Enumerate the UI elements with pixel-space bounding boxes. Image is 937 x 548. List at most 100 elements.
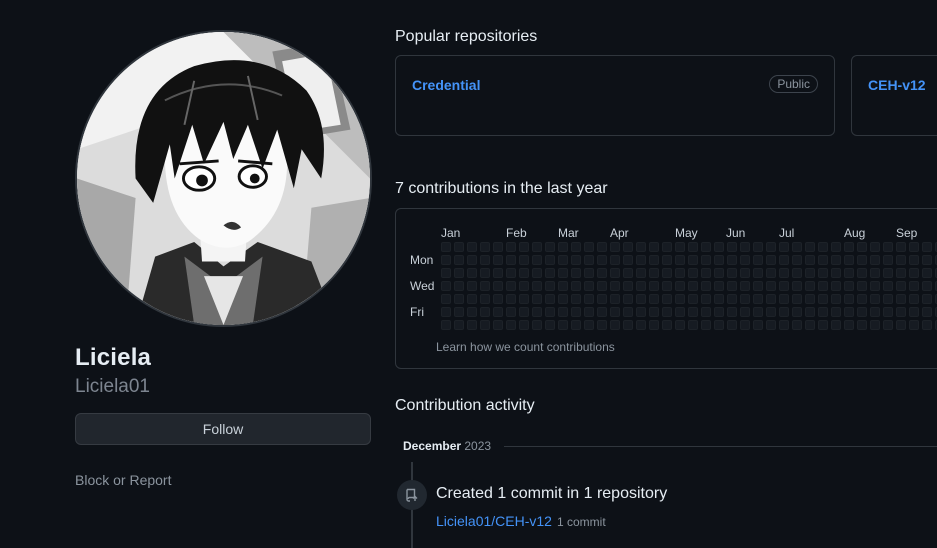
contribution-day-cell[interactable] bbox=[493, 294, 503, 304]
contribution-day-cell[interactable] bbox=[805, 242, 815, 252]
contribution-day-cell[interactable] bbox=[779, 320, 789, 330]
contribution-day-cell[interactable] bbox=[831, 294, 841, 304]
contribution-day-cell[interactable] bbox=[532, 268, 542, 278]
repo-link[interactable]: Credential bbox=[412, 77, 480, 93]
contribution-day-cell[interactable] bbox=[922, 320, 932, 330]
contribution-day-cell[interactable] bbox=[688, 281, 698, 291]
contribution-day-cell[interactable] bbox=[857, 268, 867, 278]
contribution-day-cell[interactable] bbox=[571, 268, 581, 278]
contribution-day-cell[interactable] bbox=[870, 242, 880, 252]
contribution-day-cell[interactable] bbox=[714, 294, 724, 304]
contribution-day-cell[interactable] bbox=[441, 294, 451, 304]
contribution-day-cell[interactable] bbox=[649, 294, 659, 304]
contribution-day-cell[interactable] bbox=[922, 268, 932, 278]
contribution-day-cell[interactable] bbox=[493, 307, 503, 317]
contribution-day-cell[interactable] bbox=[883, 320, 893, 330]
contribution-day-cell[interactable] bbox=[545, 294, 555, 304]
contribution-day-cell[interactable] bbox=[844, 268, 854, 278]
contribution-day-cell[interactable] bbox=[584, 281, 594, 291]
contribution-day-cell[interactable] bbox=[623, 307, 633, 317]
contribution-day-cell[interactable] bbox=[766, 268, 776, 278]
contribution-day-cell[interactable] bbox=[532, 294, 542, 304]
contribution-day-cell[interactable] bbox=[805, 281, 815, 291]
contribution-day-cell[interactable] bbox=[753, 320, 763, 330]
contribution-day-cell[interactable] bbox=[740, 268, 750, 278]
learn-contributions-link[interactable]: Learn how we count contributions bbox=[436, 340, 615, 354]
contribution-day-cell[interactable] bbox=[441, 268, 451, 278]
contribution-day-cell[interactable] bbox=[454, 242, 464, 252]
contribution-day-cell[interactable] bbox=[467, 294, 477, 304]
contribution-day-cell[interactable] bbox=[727, 320, 737, 330]
contribution-day-cell[interactable] bbox=[558, 307, 568, 317]
contribution-day-cell[interactable] bbox=[584, 255, 594, 265]
contribution-day-cell[interactable] bbox=[896, 294, 906, 304]
contribution-day-cell[interactable] bbox=[766, 242, 776, 252]
contribution-day-cell[interactable] bbox=[766, 255, 776, 265]
contribution-day-cell[interactable] bbox=[493, 242, 503, 252]
contribution-day-cell[interactable] bbox=[610, 294, 620, 304]
contribution-day-cell[interactable] bbox=[519, 242, 529, 252]
contribution-day-cell[interactable] bbox=[662, 268, 672, 278]
contribution-day-cell[interactable] bbox=[831, 281, 841, 291]
contribution-day-cell[interactable] bbox=[480, 255, 490, 265]
contribution-day-cell[interactable] bbox=[506, 294, 516, 304]
contribution-day-cell[interactable] bbox=[922, 242, 932, 252]
contribution-day-cell[interactable] bbox=[623, 268, 633, 278]
contribution-day-cell[interactable] bbox=[701, 281, 711, 291]
contribution-day-cell[interactable] bbox=[896, 307, 906, 317]
contribution-day-cell[interactable] bbox=[493, 281, 503, 291]
contribution-day-cell[interactable] bbox=[675, 281, 685, 291]
contribution-day-cell[interactable] bbox=[532, 242, 542, 252]
contribution-day-cell[interactable] bbox=[558, 320, 568, 330]
contribution-day-cell[interactable] bbox=[597, 320, 607, 330]
contribution-day-cell[interactable] bbox=[870, 268, 880, 278]
repo-link[interactable]: CEH-v12 bbox=[868, 77, 926, 93]
contribution-day-cell[interactable] bbox=[701, 294, 711, 304]
contribution-day-cell[interactable] bbox=[662, 307, 672, 317]
contribution-day-cell[interactable] bbox=[506, 281, 516, 291]
contribution-day-cell[interactable] bbox=[740, 294, 750, 304]
contribution-day-cell[interactable] bbox=[805, 255, 815, 265]
contribution-day-cell[interactable] bbox=[558, 294, 568, 304]
contribution-day-cell[interactable] bbox=[792, 268, 802, 278]
contribution-day-cell[interactable] bbox=[870, 255, 880, 265]
contribution-day-cell[interactable] bbox=[740, 281, 750, 291]
contribution-day-cell[interactable] bbox=[597, 294, 607, 304]
contribution-day-cell[interactable] bbox=[636, 268, 646, 278]
contribution-day-cell[interactable] bbox=[519, 294, 529, 304]
contribution-day-cell[interactable] bbox=[714, 242, 724, 252]
contribution-day-cell[interactable] bbox=[740, 307, 750, 317]
contribution-day-cell[interactable] bbox=[818, 255, 828, 265]
contribution-day-cell[interactable] bbox=[727, 307, 737, 317]
contribution-day-cell[interactable] bbox=[896, 281, 906, 291]
contribution-day-cell[interactable] bbox=[480, 281, 490, 291]
contribution-day-cell[interactable] bbox=[909, 281, 919, 291]
contribution-day-cell[interactable] bbox=[545, 255, 555, 265]
contribution-day-cell[interactable] bbox=[441, 307, 451, 317]
contribution-day-cell[interactable] bbox=[844, 255, 854, 265]
contribution-day-cell[interactable] bbox=[571, 320, 581, 330]
contribution-day-cell[interactable] bbox=[909, 242, 919, 252]
contribution-day-cell[interactable] bbox=[467, 320, 477, 330]
contribution-day-cell[interactable] bbox=[454, 268, 464, 278]
contribution-day-cell[interactable] bbox=[727, 255, 737, 265]
contribution-day-cell[interactable] bbox=[857, 255, 867, 265]
contribution-day-cell[interactable] bbox=[584, 294, 594, 304]
contribution-day-cell[interactable] bbox=[753, 307, 763, 317]
contribution-day-cell[interactable] bbox=[480, 268, 490, 278]
contribution-day-cell[interactable] bbox=[740, 255, 750, 265]
contribution-day-cell[interactable] bbox=[870, 320, 880, 330]
contribution-day-cell[interactable] bbox=[792, 255, 802, 265]
contribution-day-cell[interactable] bbox=[857, 320, 867, 330]
contribution-day-cell[interactable] bbox=[545, 320, 555, 330]
contribution-day-cell[interactable] bbox=[909, 294, 919, 304]
contribution-day-cell[interactable] bbox=[467, 307, 477, 317]
contribution-day-cell[interactable] bbox=[792, 281, 802, 291]
contribution-day-cell[interactable] bbox=[623, 242, 633, 252]
contribution-day-cell[interactable] bbox=[844, 307, 854, 317]
contribution-day-cell[interactable] bbox=[597, 268, 607, 278]
contribution-day-cell[interactable] bbox=[779, 294, 789, 304]
block-or-report-link[interactable]: Block or Report bbox=[75, 472, 171, 488]
follow-button[interactable]: Follow bbox=[75, 413, 371, 445]
contribution-day-cell[interactable] bbox=[480, 294, 490, 304]
